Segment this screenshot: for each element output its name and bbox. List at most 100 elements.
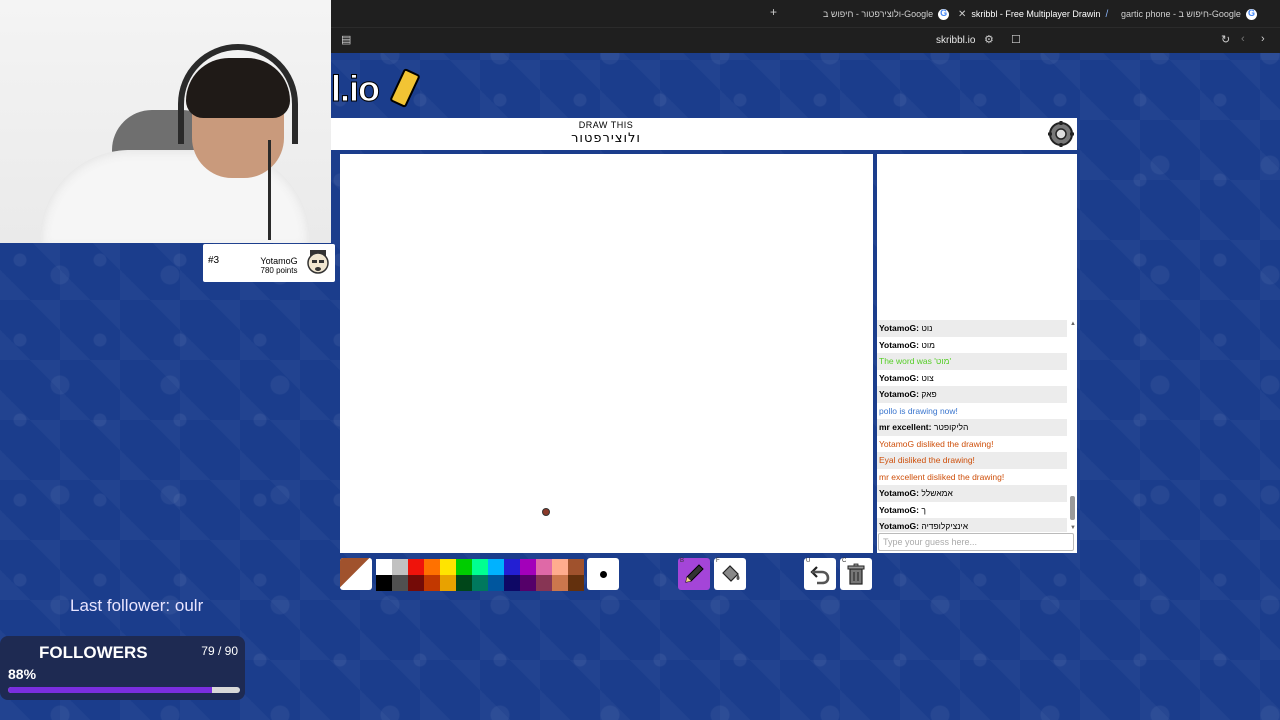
color-swatch[interactable] — [408, 575, 424, 591]
color-swatch[interactable] — [424, 575, 440, 591]
tab-label: gartic phone - חיפוש ב-Google — [1121, 9, 1241, 19]
followers-progress-fill — [8, 687, 213, 693]
brush-size-button[interactable] — [587, 558, 619, 590]
chat-text: מוט — [921, 339, 935, 350]
clear-shortcut-key: C — [842, 558, 847, 564]
color-swatch[interactable] — [552, 575, 568, 591]
player-rank: #3 — [208, 255, 220, 266]
drawing-canvas[interactable] — [340, 154, 873, 553]
chat-message: YotamoG: צוט — [877, 370, 1067, 387]
color-swatch[interactable] — [408, 559, 424, 575]
chat-message: YotamoG: אינציקלופדיה — [877, 518, 1067, 532]
bookmark-icon[interactable]: ☐ — [1011, 33, 1021, 46]
color-swatch[interactable] — [488, 575, 504, 591]
chat-author: YotamoG: — [879, 339, 919, 350]
chat-message: YotamoG: פאק — [877, 386, 1067, 403]
color-swatch[interactable] — [504, 559, 520, 575]
chat-author: YotamoG: — [879, 521, 919, 531]
chat-text: צוט — [921, 372, 934, 383]
current-color-preview[interactable] — [340, 558, 372, 590]
followers-percent: 88% — [8, 666, 37, 682]
color-swatch[interactable] — [456, 559, 472, 575]
chat-messages[interactable]: YotamoG: נוט YotamoG: מוט The word was 'מו… — [877, 320, 1067, 532]
chat-message: YotamoG: אמאשלל — [877, 485, 1067, 502]
settings-gear-icon[interactable] — [1047, 120, 1075, 148]
fill-tool-button[interactable]: F — [714, 558, 746, 590]
forward-icon[interactable]: › — [1261, 33, 1265, 45]
chat-text: mr excellent disliked the drawing! — [879, 471, 1005, 482]
last-follower-text: Last follower: oulr — [70, 596, 204, 615]
guess-input[interactable] — [878, 533, 1074, 551]
chat-author: YotamoG: — [879, 488, 919, 498]
webcam-feed — [0, 0, 331, 243]
player-points: 780 points — [260, 266, 298, 275]
color-swatch[interactable] — [536, 559, 552, 575]
chat-text: פאק — [921, 389, 937, 399]
tab-google-search-1[interactable]: ולוצירפטור - חיפוש ב-Google — [823, 5, 950, 23]
chat-scrollbar[interactable]: ▲ ▼ — [1069, 320, 1076, 532]
chat-text: The word was 'מוט' — [879, 356, 952, 366]
chat-message: YotamoG disliked the drawing! — [877, 436, 1067, 453]
url-text[interactable]: skribbl.io — [936, 35, 975, 46]
google-icon — [938, 8, 950, 20]
chat-panel: YotamoG: נוט YotamoG: מוט The word was 'מו… — [877, 154, 1077, 553]
pencil-icon — [685, 564, 704, 583]
color-swatch[interactable] — [568, 575, 584, 591]
brush-size-dot — [599, 570, 607, 578]
color-swatch[interactable] — [520, 575, 536, 591]
chat-author: YotamoG: — [879, 389, 919, 399]
back-icon[interactable]: ‹ — [1241, 33, 1245, 45]
word-to-draw: ולוצירפטור — [571, 131, 641, 146]
color-swatch[interactable] — [568, 559, 584, 575]
color-swatch[interactable] — [392, 559, 408, 575]
pen-tool-button[interactable]: B — [678, 558, 710, 590]
extension-icon[interactable]: ▤ — [341, 33, 351, 46]
scroll-down-icon[interactable]: ▼ — [1070, 525, 1076, 531]
color-swatch[interactable] — [376, 575, 392, 591]
chat-message: mr excellent: הליקופטר — [877, 419, 1067, 436]
site-settings-icon[interactable]: ⚙ — [984, 33, 994, 46]
chat-message: mr excellent disliked the drawing! — [877, 469, 1067, 486]
chat-message: YotamoG: ך — [877, 502, 1067, 519]
color-swatch[interactable] — [456, 575, 472, 591]
color-swatch[interactable] — [472, 559, 488, 575]
color-swatch[interactable] — [392, 575, 408, 591]
chat-message: YotamoG: מוט — [877, 337, 1067, 354]
reload-icon[interactable]: ↻ — [1221, 33, 1230, 46]
followers-count: 79 / 90 — [201, 644, 238, 658]
player-avatar-icon — [307, 250, 329, 274]
brush-cursor — [542, 508, 550, 516]
chat-text: אינציקלופדיה — [921, 521, 969, 531]
color-swatch[interactable] — [424, 559, 440, 575]
chat-message: The word was 'מוט' — [877, 353, 1067, 370]
clear-canvas-button[interactable]: C — [840, 558, 872, 590]
close-tab-icon[interactable]: ✕ — [958, 9, 966, 20]
color-swatch[interactable] — [520, 559, 536, 575]
chat-text: pollo is drawing now! — [879, 405, 958, 416]
chat-text: נוט — [921, 323, 933, 333]
tab-skribbl[interactable]: ✕ skribbl - Free Multiplayer Drawin / — [958, 5, 1108, 23]
scroll-up-icon[interactable]: ▲ — [1070, 321, 1076, 327]
chat-author: YotamoG: — [879, 323, 919, 333]
color-swatch[interactable] — [376, 559, 392, 575]
player-name: YotamoG — [260, 256, 298, 266]
scroll-thumb[interactable] — [1070, 496, 1075, 520]
color-swatch[interactable] — [440, 575, 456, 591]
color-swatch[interactable] — [536, 575, 552, 591]
followers-progress-bar — [8, 687, 240, 693]
game-topbar: DRAW THIS ולוצירפטור — [331, 118, 1077, 150]
color-swatch[interactable] — [504, 575, 520, 591]
tab-google-search-2[interactable]: gartic phone - חיפוש ב-Google — [1121, 5, 1257, 23]
undo-shortcut-key: U — [806, 558, 811, 564]
chat-author: YotamoG: — [879, 504, 919, 515]
color-swatch[interactable] — [552, 559, 568, 575]
color-swatch[interactable] — [440, 559, 456, 575]
new-tab-button[interactable]: + — [770, 5, 777, 19]
color-swatch[interactable] — [472, 575, 488, 591]
chat-text: Eyal disliked the drawing! — [879, 455, 975, 465]
color-swatch[interactable] — [488, 559, 504, 575]
paint-bucket-icon — [722, 565, 740, 582]
headphones — [178, 44, 298, 144]
undo-button[interactable]: U — [804, 558, 836, 590]
chat-text: ך — [921, 504, 926, 515]
